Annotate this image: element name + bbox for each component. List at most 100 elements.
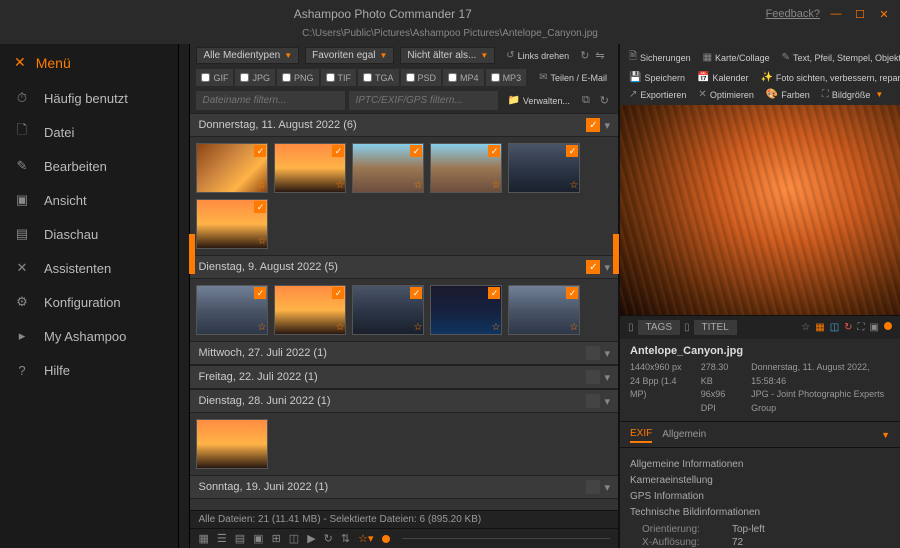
title-tab[interactable]: TITEL (694, 320, 737, 335)
thumbnail[interactable]: ✓☆ (196, 143, 268, 193)
format-chip-jpg[interactable]: JPG (235, 69, 275, 86)
favorites-dropdown[interactable]: Favoriten egal▼ (305, 47, 394, 64)
fullscreen-icon[interactable]: ⛶ (858, 322, 865, 333)
format-chip-tga[interactable]: TGA (358, 69, 399, 86)
refresh-icon[interactable]: ↻ (597, 91, 612, 110)
star-icon[interactable]: ☆ (336, 180, 345, 191)
star-icon[interactable]: ☆ (258, 180, 267, 191)
star-icon[interactable]: ☆ (492, 180, 501, 191)
close-icon[interactable]: ✕ (878, 8, 890, 21)
date-group-header[interactable]: Mittwoch, 27. Juli 2022 (1)▾ (190, 341, 618, 365)
exif-tab[interactable]: EXIF (630, 426, 652, 443)
format-checkbox[interactable] (363, 73, 372, 82)
nav-item-bearbeiten[interactable]: ✎Bearbeiten (0, 149, 178, 183)
format-chip-png[interactable]: PNG (277, 69, 319, 86)
thumbnail[interactable]: ✓☆ (430, 143, 502, 193)
maximize-icon[interactable]: ☐ (854, 8, 866, 21)
chevron-down-icon[interactable]: ▾ (604, 395, 610, 408)
rotate-icon[interactable]: ↻ (324, 532, 333, 545)
thumbnail[interactable]: ✓☆ (508, 285, 580, 335)
iptc-filter-input[interactable] (349, 91, 498, 110)
export-button[interactable]: ↗Exportieren (624, 86, 691, 103)
photo-fix-button[interactable]: ✨Foto sichten, verbessern, reparieren (755, 69, 900, 86)
collage-button[interactable]: ▦Karte/Collage (698, 46, 775, 69)
nav-item-datei[interactable]: 🗋Datei (0, 115, 178, 149)
chevron-down-icon[interactable]: ▾ (604, 481, 610, 494)
star-icon[interactable]: ☆ (570, 322, 579, 333)
grid-view-icon[interactable]: ▦ (198, 532, 208, 545)
format-chip-gif[interactable]: GIF (196, 69, 233, 86)
date-group-header[interactable]: Dienstag, 28. Juni 2022 (1)▾ (190, 389, 618, 413)
star-icon[interactable]: ☆ (492, 322, 501, 333)
format-checkbox[interactable] (326, 73, 335, 82)
calendar-button[interactable]: 📅Kalender (692, 69, 753, 86)
zoom-slider-handle[interactable] (382, 535, 390, 543)
menu-close-icon[interactable]: ✕ (14, 54, 26, 71)
zoom-handle[interactable] (884, 322, 892, 330)
filename-filter-input[interactable] (196, 91, 345, 110)
star-icon[interactable]: ☆ (258, 236, 267, 247)
feedback-link[interactable]: Feedback? (766, 8, 820, 20)
insert-object-button[interactable]: ✎Text, Pfeil, Stempel, Objekt einfügen (777, 46, 900, 69)
chevron-down-icon[interactable]: ▾ (604, 347, 610, 360)
star-icon[interactable]: ☆ (570, 180, 579, 191)
rotate-left-button[interactable]: ↺Links drehen (501, 47, 574, 64)
optimize-button[interactable]: ✕Optimieren (693, 86, 758, 103)
thumbnail[interactable]: ✓☆ (352, 143, 424, 193)
group-checkbox[interactable]: ✓ (586, 118, 600, 132)
group-checkbox[interactable] (586, 394, 600, 408)
format-chip-psd[interactable]: PSD (401, 69, 442, 86)
format-chip-mp4[interactable]: MP4 (443, 69, 484, 86)
rotate-right-icon[interactable]: ↻ (580, 49, 589, 62)
media-type-dropdown[interactable]: Alle Medientypen▼ (196, 47, 299, 64)
thumbnail[interactable]: ✓☆ (430, 285, 502, 335)
thumbnail[interactable]: ✓☆ (196, 285, 268, 335)
format-checkbox[interactable] (491, 73, 500, 82)
date-group-header[interactable]: Freitag, 22. Juli 2022 (1)▾ (190, 365, 618, 389)
nav-item-diaschau[interactable]: ▤Diaschau (0, 217, 178, 251)
thumbnail[interactable] (196, 419, 268, 469)
thumbnail[interactable]: ✓☆ (274, 285, 346, 335)
group-checkbox[interactable] (586, 370, 600, 384)
slideshow-icon[interactable]: ▶ (307, 532, 315, 545)
nav-item-ansicht[interactable]: ▣Ansicht (0, 183, 178, 217)
colors-button[interactable]: 🎨Farben (761, 86, 815, 103)
chevron-down-icon[interactable]: ▼ (881, 430, 890, 440)
nav-item-häufig-benutzt[interactable]: ⏱Häufig benutzt (0, 81, 178, 115)
nav-item-konfiguration[interactable]: ⚙Konfiguration (0, 285, 178, 319)
share-button[interactable]: ✉Teilen / E-Mail (534, 69, 612, 86)
star-icon[interactable]: ☆ (414, 180, 423, 191)
group-checkbox[interactable]: ✓ (586, 260, 600, 274)
compare-icon[interactable]: ◫ (289, 532, 299, 545)
thumbnail[interactable]: ✓☆ (508, 143, 580, 193)
date-group-header[interactable]: Dienstag, 9. August 2022 (5)✓▾ (190, 255, 618, 279)
left-gutter[interactable] (179, 44, 190, 548)
format-checkbox[interactable] (448, 73, 457, 82)
date-group-header[interactable]: Donnerstag, 11. August 2022 (6)✓▾ (190, 113, 618, 137)
fit-icon[interactable]: ▣ (870, 322, 879, 333)
resize-handle-right[interactable] (613, 234, 619, 274)
details-view-icon[interactable]: ▤ (235, 532, 245, 545)
sort-icon[interactable]: ⇅ (341, 532, 350, 545)
format-checkbox[interactable] (406, 73, 415, 82)
format-chip-tif[interactable]: TIF (321, 69, 357, 86)
group-checkbox[interactable] (586, 480, 600, 494)
copy-icon[interactable]: ⧉ (579, 91, 593, 110)
star-filter-icon[interactable]: ☆▾ (358, 532, 373, 545)
star-icon[interactable]: ☆ (801, 322, 810, 333)
format-checkbox[interactable] (282, 73, 291, 82)
list-view-icon[interactable]: ☰ (217, 532, 227, 545)
group-checkbox[interactable] (586, 346, 600, 360)
zoom-slider-track[interactable] (402, 538, 611, 539)
mirror-icon[interactable]: ⇋ (595, 49, 604, 62)
format-checkbox[interactable] (240, 73, 249, 82)
resize-button[interactable]: ⛶Bildgröße▼ (817, 86, 888, 103)
format-checkbox[interactable] (201, 73, 210, 82)
rotate-icon[interactable]: ↻ (844, 322, 852, 333)
star-icon[interactable]: ☆ (258, 322, 267, 333)
star-icon[interactable]: ☆ (336, 322, 345, 333)
date-group-header[interactable]: Sonntag, 19. Juni 2022 (1)▾ (190, 475, 618, 499)
chevron-down-icon[interactable]: ▾ (604, 119, 610, 132)
format-chip-mp3[interactable]: MP3 (486, 69, 527, 86)
minimize-icon[interactable]: — (830, 8, 842, 21)
